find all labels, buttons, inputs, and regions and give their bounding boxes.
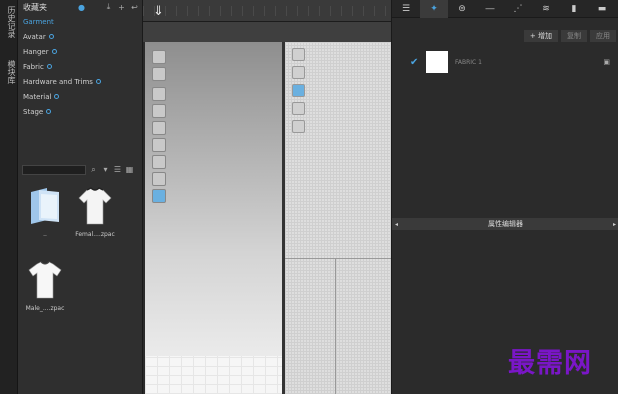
- tree-item-hardware-trims[interactable]: Hardware and Trims: [18, 74, 142, 89]
- globe-tool-icon[interactable]: [152, 189, 166, 203]
- transform-tool-icon[interactable]: [292, 66, 305, 79]
- fabric-list-item[interactable]: ✔ FABRIC 1 ▣: [410, 50, 610, 74]
- pattern-axis-vertical: [335, 258, 336, 394]
- add-button[interactable]: + 增加: [523, 30, 558, 42]
- tab-button[interactable]: ⊜: [448, 0, 476, 18]
- tab-material[interactable]: ▮: [560, 0, 588, 18]
- info-dot-icon: [48, 34, 54, 39]
- library-header: 收藏夹 ● ⤓ + ↩: [18, 0, 142, 14]
- left-vertical-tabs: 历史记录 模块库: [0, 0, 18, 394]
- info-dot-icon: [46, 109, 52, 114]
- collapse-right-icon[interactable]: ▸: [610, 221, 618, 228]
- file-item-female[interactable]: Femal....zpac: [73, 186, 117, 238]
- tab-list[interactable]: ☰: [392, 0, 420, 18]
- fold-tool-icon[interactable]: [152, 138, 166, 152]
- watermark-logo: 最需网: [508, 348, 592, 379]
- right-panel: ☰ ✦ ⊜ ― ⋰ ≋ ▮ ▬ + 增加 复制 应用 ✔ FABRIC 1 ▣ …: [391, 0, 618, 394]
- library-title: 收藏夹: [23, 2, 47, 12]
- dotted-line-icon: ⋰: [513, 4, 523, 14]
- app-window: 历史记录 模块库 收藏夹 ● ⤓ + ↩ Garment Avatar Hang…: [0, 0, 618, 394]
- tab-history[interactable]: 历史记录: [2, 6, 16, 38]
- shirt-tool-icon[interactable]: [152, 87, 166, 101]
- 2d-tool-column: [292, 48, 308, 138]
- tree-item-garment[interactable]: Garment: [18, 14, 142, 29]
- property-editor-title: 属性编辑器: [488, 220, 523, 228]
- fabric-actions: + 增加 复制 应用: [523, 30, 616, 42]
- fabric-swatch: [426, 51, 448, 73]
- button-icon: ⊜: [458, 4, 466, 14]
- library-panel: 收藏夹 ● ⤓ + ↩ Garment Avatar Hanger Fabric…: [18, 0, 143, 394]
- info-dot-icon: [51, 49, 57, 54]
- garment-view-icon[interactable]: [152, 67, 166, 81]
- tree-item-material[interactable]: Material: [18, 89, 142, 104]
- info-dot-icon: [54, 94, 60, 99]
- avatar-view-icon[interactable]: [152, 50, 166, 64]
- zipper-icon: ≋: [542, 4, 550, 14]
- pin-tool-icon[interactable]: [152, 104, 166, 118]
- tab-zipper[interactable]: ≋: [532, 0, 560, 18]
- tab-more[interactable]: ▬: [588, 0, 616, 18]
- info-dot-icon: [46, 64, 52, 69]
- fabric-icon: ✦: [430, 4, 438, 14]
- line-icon: ―: [485, 4, 495, 14]
- info-dot-icon: [95, 79, 101, 84]
- pencil-tool-icon[interactable]: [292, 48, 305, 61]
- fabric-options-icon[interactable]: ▣: [603, 58, 610, 66]
- segment-tool-icon[interactable]: [292, 120, 305, 133]
- folder-icon: [31, 188, 59, 224]
- pattern-axis-horizontal: [285, 258, 391, 259]
- tree-item-stage[interactable]: Stage: [18, 104, 142, 119]
- 3d-tool-column: [152, 50, 168, 206]
- tab-line[interactable]: ―: [476, 0, 504, 18]
- library-search-row: ⌕ ▾ ☰ ▦: [22, 164, 138, 175]
- list-icon: ☰: [401, 4, 411, 14]
- grid-view-icon[interactable]: ▦: [125, 165, 134, 174]
- collapse-left-icon[interactable]: ◂: [392, 221, 401, 228]
- info-tool-icon[interactable]: [292, 84, 305, 97]
- apply-button[interactable]: 应用: [590, 30, 616, 42]
- copy-button[interactable]: 复制: [561, 30, 587, 42]
- select-arrow-icon[interactable]: ⇓: [153, 4, 164, 19]
- toolbar-strip: [143, 6, 391, 16]
- viewport-toolbar: ⇓: [143, 0, 391, 22]
- tree-item-hanger[interactable]: Hanger: [18, 44, 142, 59]
- download-icon[interactable]: ⤓: [104, 2, 113, 12]
- tab-fabric[interactable]: ✦: [420, 0, 448, 18]
- right-tab-bar: ☰ ✦ ⊜ ― ⋰ ≋ ▮ ▬: [392, 0, 618, 18]
- tack-tool-icon[interactable]: [152, 155, 166, 169]
- 3d-floor-grid: [145, 356, 282, 394]
- avatar-tool-icon[interactable]: [152, 121, 166, 135]
- library-tree: Garment Avatar Hanger Fabric Hardware an…: [18, 14, 142, 119]
- search-icon[interactable]: ⌕: [89, 165, 98, 174]
- dropdown-icon[interactable]: ▾: [101, 165, 110, 174]
- shirt-icon: [28, 261, 62, 299]
- more-icon: ▬: [597, 4, 607, 14]
- back-icon[interactable]: ↩: [130, 3, 139, 12]
- checkmark-icon: ✔: [410, 56, 419, 68]
- list-view-icon[interactable]: ☰: [113, 165, 122, 174]
- viewport-header-gap: [143, 22, 391, 42]
- property-editor-header: ◂ 属性编辑器 ▸: [392, 218, 618, 230]
- tab-module-library[interactable]: 模块库: [2, 60, 16, 84]
- file-item-folder[interactable]: ..: [23, 186, 67, 238]
- add-icon[interactable]: +: [117, 3, 126, 12]
- favorite-dot-icon[interactable]: ●: [77, 3, 86, 12]
- pattern-tool-icon[interactable]: [292, 102, 305, 115]
- tree-item-fabric[interactable]: Fabric: [18, 59, 142, 74]
- library-search-input[interactable]: [22, 164, 86, 175]
- tab-dotted[interactable]: ⋰: [504, 0, 532, 18]
- fabric-name: FABRIC 1: [455, 58, 482, 66]
- shirt-icon: [78, 187, 112, 225]
- light-tool-icon[interactable]: [152, 172, 166, 186]
- tree-item-avatar[interactable]: Avatar: [18, 29, 142, 44]
- file-item-male[interactable]: Male_....zpac: [23, 260, 67, 312]
- material-icon: ▮: [571, 4, 577, 14]
